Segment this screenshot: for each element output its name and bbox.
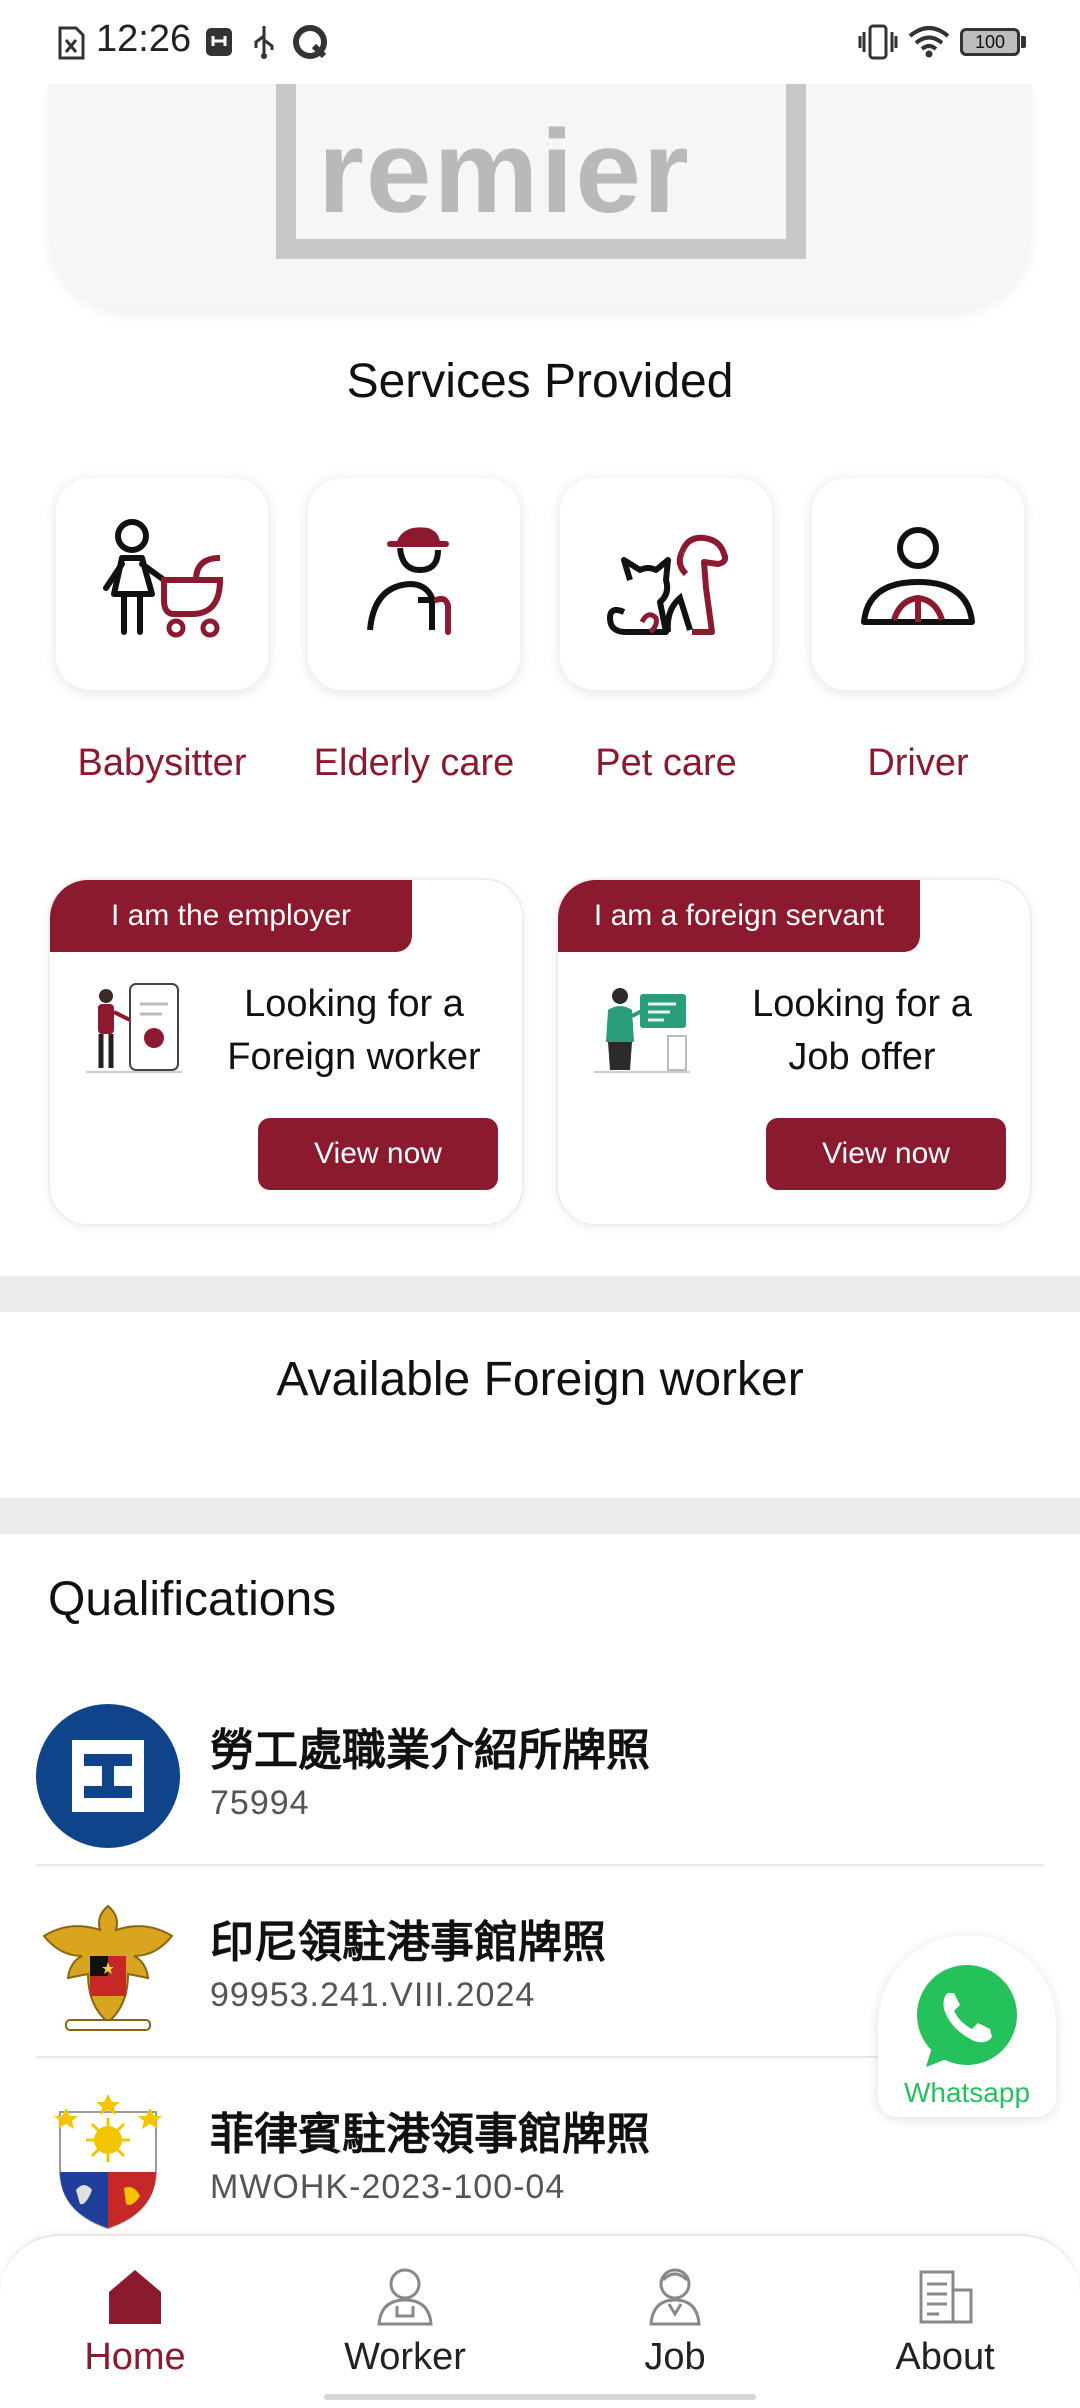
nav-home[interactable]: Home bbox=[0, 2236, 270, 2408]
home-indicator[interactable] bbox=[324, 2394, 756, 2400]
section-divider bbox=[0, 1276, 1080, 1312]
nav-job[interactable]: Job bbox=[540, 2236, 810, 2408]
service-pet-care[interactable] bbox=[560, 478, 772, 690]
foreign-servant-view-now-button[interactable]: View now bbox=[766, 1118, 1006, 1190]
usb-icon bbox=[254, 26, 274, 59]
employer-illustration-icon bbox=[86, 983, 182, 1073]
employer-card[interactable]: I am the employer Looking for a Foreign … bbox=[48, 878, 524, 1226]
job-icon bbox=[649, 2268, 701, 2326]
whatsapp-button[interactable]: Whatsapp bbox=[878, 1935, 1056, 2117]
worker-icon bbox=[377, 2268, 433, 2326]
driver-icon bbox=[861, 527, 975, 625]
pet-care-icon bbox=[607, 534, 729, 635]
elderly-care-icon bbox=[367, 527, 451, 635]
service-babysitter[interactable] bbox=[56, 478, 268, 690]
service-elderly-care[interactable] bbox=[308, 478, 520, 690]
qualification-name: 勞工處職業介紹所牌照 bbox=[210, 1726, 650, 1775]
qualifications-title: Qualifications bbox=[48, 1573, 337, 1626]
nav-label-job: Job bbox=[644, 2336, 706, 2378]
qualification-code: 99953.241.VIII.2024 bbox=[210, 1976, 536, 2014]
employer-card-tag: I am the employer bbox=[50, 880, 412, 952]
babysitter-icon bbox=[103, 519, 224, 638]
notification-icon bbox=[206, 28, 232, 56]
status-bar: 12:26 100 bbox=[0, 0, 1080, 84]
wifi-icon bbox=[908, 26, 950, 58]
battery-level: 100 bbox=[974, 32, 1006, 52]
service-label-elderly-care: Elderly care bbox=[313, 742, 515, 784]
sim-icon bbox=[58, 26, 85, 60]
job-seeker-illustration-icon bbox=[594, 988, 690, 1073]
service-driver[interactable] bbox=[812, 478, 1024, 690]
whatsapp-icon bbox=[917, 1965, 1017, 2067]
sync-icon bbox=[293, 25, 327, 59]
battery-tip bbox=[1021, 36, 1026, 48]
foreign-servant-card-title-line2: Job offer bbox=[788, 1036, 936, 1078]
employer-card-title-line2: Foreign worker bbox=[227, 1036, 481, 1078]
employer-view-now-button[interactable]: View now bbox=[258, 1118, 498, 1190]
foreign-servant-card-title-line1: Looking for a bbox=[752, 983, 972, 1025]
qualification-code: 75994 bbox=[210, 1784, 310, 1822]
foreign-servant-card-tag: I am a foreign servant bbox=[558, 880, 920, 952]
services-title: Services Provided bbox=[346, 355, 734, 408]
nav-worker[interactable]: Worker bbox=[270, 2236, 540, 2408]
service-label-driver: Driver bbox=[867, 742, 969, 784]
labour-department-logo-icon bbox=[36, 1704, 180, 1848]
building-icon bbox=[919, 2270, 973, 2324]
qualification-code: MWOHK-2023-100-04 bbox=[210, 2168, 566, 2206]
nav-about[interactable]: About bbox=[810, 2236, 1080, 2408]
employer-card-title: Looking for a Foreign worker bbox=[198, 978, 510, 1084]
qualification-row: 勞工處職業介紹所牌照 75994 bbox=[36, 1674, 1044, 1866]
foreign-servant-card[interactable]: I am a foreign servant Looking for a Job… bbox=[556, 878, 1032, 1226]
nav-label-worker: Worker bbox=[344, 2336, 466, 2378]
vibrate-icon bbox=[858, 24, 898, 60]
battery-icon: 100 bbox=[960, 28, 1020, 56]
status-time: 12:26 bbox=[96, 18, 192, 60]
bottom-nav: Home Worker Job About bbox=[0, 2234, 1080, 2408]
nav-label-home: Home bbox=[84, 2336, 186, 2378]
employer-card-title-line1: Looking for a bbox=[244, 983, 464, 1025]
foreign-servant-card-title: Looking for a Job offer bbox=[706, 978, 1018, 1084]
banner-logo-text: remier bbox=[318, 106, 691, 238]
available-workers-title: Available Foreign worker bbox=[276, 1353, 804, 1406]
whatsapp-label: Whatsapp bbox=[903, 2077, 1031, 2108]
home-icon bbox=[109, 2270, 161, 2324]
section-divider bbox=[0, 1498, 1080, 1534]
service-label-babysitter: Babysitter bbox=[77, 742, 247, 784]
qualification-name: 印尼領駐港事館牌照 bbox=[210, 1918, 606, 1967]
philippines-coat-of-arms-icon bbox=[54, 2094, 162, 2230]
nav-label-about: About bbox=[895, 2336, 995, 2378]
garuda-emblem-icon bbox=[42, 1904, 174, 2031]
qualification-name: 菲律賓駐港領事館牌照 bbox=[210, 2110, 650, 2159]
banner[interactable]: remier bbox=[48, 84, 1032, 310]
service-label-pet-care: Pet care bbox=[595, 742, 737, 784]
